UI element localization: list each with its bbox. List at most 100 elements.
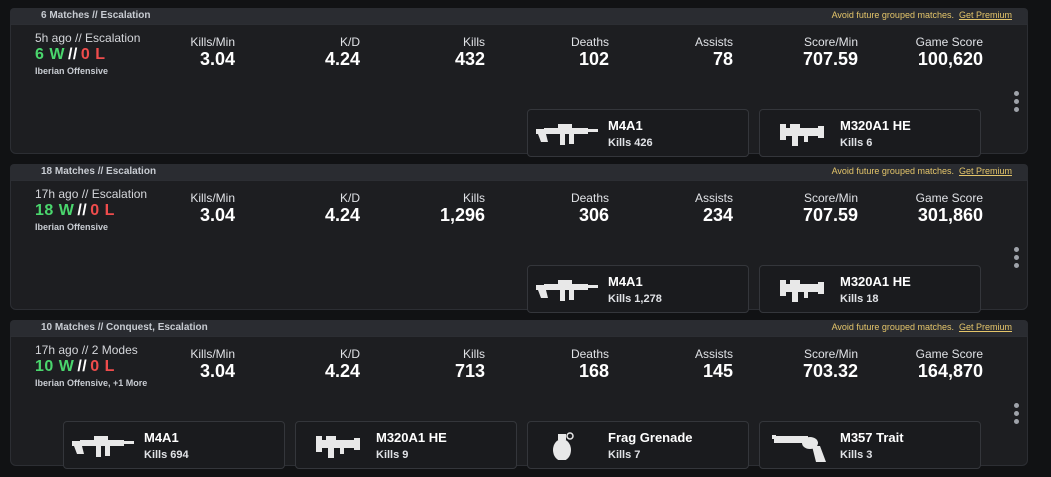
- weapon-card[interactable]: M4A1 Kills 426: [527, 109, 749, 157]
- weapon-card[interactable]: M320A1 HE Kills 6: [759, 109, 981, 157]
- stat-value: 78: [712, 49, 733, 69]
- stat-kills: Kills 1,296: [440, 191, 485, 226]
- record-separator: //: [77, 202, 88, 219]
- stat-game-score: Game Score 301,860: [916, 191, 983, 226]
- map-name: Iberian Offensive: [35, 66, 109, 76]
- record-separator: //: [77, 358, 88, 375]
- group-header: 6 Matches // Escalation Avoid future gro…: [10, 8, 1028, 24]
- weapon-card[interactable]: M4A1 Kills 694: [63, 421, 285, 469]
- rifle-icon: [72, 436, 134, 457]
- stat-assists: Assists 78: [695, 35, 733, 70]
- stat-label: Score/Min: [803, 191, 858, 205]
- map-name: Iberian Offensive, +1 More: [35, 378, 148, 388]
- stat-kd: K/D 4.24: [325, 35, 360, 70]
- stat-label: Game Score: [915, 191, 983, 205]
- stat-value: 168: [578, 361, 609, 381]
- weapon-kills: Kills 1,278: [608, 293, 662, 305]
- premium-notice: Avoid future grouped matches. Get Premium: [832, 322, 1012, 332]
- weapon-name: M357 Trait: [840, 430, 904, 445]
- grenade-launcher-icon: [780, 280, 824, 302]
- record-separator: //: [67, 46, 78, 63]
- premium-text: Avoid future grouped matches.: [831, 166, 954, 176]
- time-mode: 5h ago // Escalation: [35, 31, 141, 45]
- weapon-kills: Kills 18: [840, 293, 879, 305]
- rifle-icon: [536, 124, 598, 145]
- match-summary-card[interactable]: 17h ago // Escalation 18 W//0 L Iberian …: [10, 180, 1028, 313]
- stat-assists: Assists 234: [695, 191, 733, 226]
- get-premium-link[interactable]: Get Premium: [959, 322, 1012, 332]
- stat-label: K/D: [339, 35, 360, 49]
- stat-score-per-min: Score/Min 703.32: [803, 347, 858, 382]
- weapon-card[interactable]: M4A1 Kills 1,278: [527, 265, 749, 313]
- weapon-kills: Kills 7: [608, 449, 641, 461]
- weapon-card[interactable]: Frag Grenade Kills 7: [527, 421, 749, 469]
- match-summary-card[interactable]: 17h ago // 2 Modes 10 W//0 L Iberian Off…: [10, 336, 1028, 469]
- win-loss-record: 10 W//0 L: [35, 358, 147, 376]
- stat-label: Game Score: [915, 347, 983, 361]
- stat-value: 306: [578, 205, 609, 225]
- get-premium-link[interactable]: Get Premium: [959, 166, 1012, 176]
- weapon-name: M4A1: [608, 274, 643, 289]
- revolver-icon: [772, 435, 826, 462]
- grenade-launcher-icon: [316, 436, 360, 458]
- match-summary-card[interactable]: 5h ago // Escalation 6 W//0 L Iberian Of…: [10, 24, 1028, 157]
- stat-kills-per-min: Kills/Min 3.04: [190, 191, 235, 226]
- stat-label: Deaths: [570, 191, 609, 205]
- stat-label: Kills: [462, 191, 485, 205]
- stat-deaths: Deaths 306: [571, 191, 609, 226]
- match-group: 6 Matches // Escalation Avoid future gro…: [10, 8, 1028, 157]
- wins: 18 W: [35, 202, 75, 219]
- more-options-icon[interactable]: [1011, 247, 1021, 271]
- stat-label: K/D: [339, 191, 360, 205]
- weapon-name: M4A1: [144, 430, 179, 445]
- stat-value: 1,296: [439, 205, 485, 225]
- weapon-kills: Kills 9: [376, 449, 409, 461]
- weapon-name: M320A1 HE: [376, 430, 447, 445]
- stat-label: Kills: [462, 347, 485, 361]
- stat-kills: Kills 713: [455, 347, 485, 382]
- stat-value: 234: [702, 205, 733, 225]
- rifle-icon: [536, 280, 598, 301]
- more-options-icon[interactable]: [1011, 91, 1021, 115]
- stat-value: 707.59: [802, 49, 858, 69]
- weapon-kills: Kills 694: [144, 449, 189, 461]
- match-info: 17h ago // 2 Modes 10 W//0 L Iberian Off…: [35, 343, 147, 388]
- premium-notice: Avoid future grouped matches. Get Premium: [832, 166, 1012, 176]
- weapon-name: M320A1 HE: [840, 274, 911, 289]
- weapon-card[interactable]: M357 Trait Kills 3: [759, 421, 981, 469]
- stat-value: 301,860: [917, 205, 983, 225]
- wins: 6 W: [35, 46, 65, 63]
- get-premium-link[interactable]: Get Premium: [959, 10, 1012, 20]
- match-group: 18 Matches // Escalation Avoid future gr…: [10, 164, 1028, 313]
- stat-game-score: Game Score 164,870: [916, 347, 983, 382]
- weapon-kills: Kills 3: [840, 449, 873, 461]
- weapon-card[interactable]: M320A1 HE Kills 9: [295, 421, 517, 469]
- stat-assists: Assists 145: [695, 347, 733, 382]
- stat-label: K/D: [339, 347, 360, 361]
- group-header-title: 10 Matches // Conquest, Escalation: [41, 322, 208, 333]
- stat-label: Kills/Min: [190, 347, 235, 361]
- stat-label: Kills/Min: [190, 191, 235, 205]
- stat-value: 3.04: [199, 49, 235, 69]
- stat-deaths: Deaths 102: [571, 35, 609, 70]
- weapon-card[interactable]: M320A1 HE Kills 18: [759, 265, 981, 313]
- win-loss-record: 18 W//0 L: [35, 202, 147, 220]
- stat-value: 3.04: [199, 361, 235, 381]
- stat-kills-per-min: Kills/Min 3.04: [190, 347, 235, 382]
- weapon-name: Frag Grenade: [608, 430, 693, 445]
- stat-kills: Kills 432: [455, 35, 485, 70]
- stat-label: Score/Min: [803, 347, 858, 361]
- stat-value: 102: [578, 49, 609, 69]
- stat-value: 145: [702, 361, 733, 381]
- stat-value: 4.24: [324, 205, 360, 225]
- weapon-name: M4A1: [608, 118, 643, 133]
- more-options-icon[interactable]: [1011, 403, 1021, 427]
- stat-label: Assists: [694, 35, 733, 49]
- stat-kills-per-min: Kills/Min 3.04: [190, 35, 235, 70]
- stat-value: 3.04: [199, 205, 235, 225]
- stat-game-score: Game Score 100,620: [916, 35, 983, 70]
- stat-value: 713: [454, 361, 485, 381]
- group-header-title: 18 Matches // Escalation: [41, 166, 157, 177]
- match-info: 5h ago // Escalation 6 W//0 L Iberian Of…: [35, 31, 140, 76]
- group-header-title: 6 Matches // Escalation: [41, 10, 151, 21]
